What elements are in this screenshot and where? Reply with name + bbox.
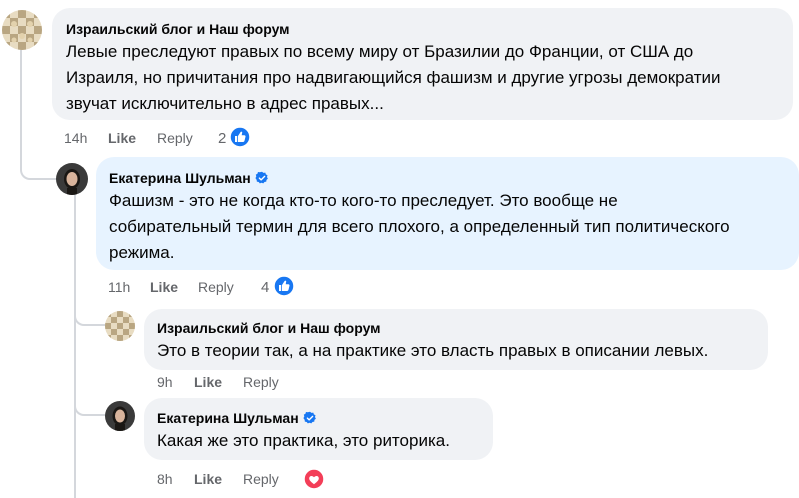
reply-button[interactable]: Reply: [198, 279, 234, 295]
like-button[interactable]: Like: [150, 279, 178, 295]
comment-timestamp[interactable]: 11h: [108, 279, 130, 295]
avatar[interactable]: [56, 163, 88, 195]
comment-text-line: Какая же это практика, это риторика.: [157, 431, 450, 450]
like-button[interactable]: Like: [194, 374, 222, 390]
thread-line-main-curve: [20, 166, 58, 180]
thread-line-reply: [74, 194, 76, 498]
comment-author[interactable]: Израильский блог и Наш форум: [157, 320, 381, 336]
comment-timestamp[interactable]: 9h: [157, 374, 173, 390]
verified-badge-icon: [303, 411, 316, 424]
comment-author[interactable]: Израильский блог и Наш форум: [66, 21, 290, 37]
verified-badge-icon: [255, 171, 268, 184]
chess-avatar-icon: [2, 10, 42, 50]
avatar[interactable]: [105, 311, 135, 341]
thread-line-reply-curve-1: [74, 312, 106, 326]
comment-text-line: режима.: [109, 243, 175, 262]
reply-button[interactable]: Reply: [243, 374, 279, 390]
portrait-avatar-icon: [56, 163, 88, 195]
reaction-count[interactable]: 2: [218, 130, 226, 147]
comment-timestamp[interactable]: 14h: [64, 130, 87, 146]
like-button[interactable]: Like: [194, 471, 222, 487]
comment-text-line: Левые преследуют правых по всему миру от…: [66, 42, 694, 61]
author-name: Екатерина Шульман: [109, 170, 251, 186]
reply-button[interactable]: Reply: [157, 130, 193, 146]
comment-text-line: Израиля, но причитания про надвигающийся…: [66, 68, 721, 87]
comment-author[interactable]: Екатерина Шульман: [157, 410, 317, 426]
avatar[interactable]: [2, 10, 42, 50]
reaction-count[interactable]: 4: [261, 279, 269, 296]
comment-text-line: Это в теории так, а на практике это влас…: [157, 341, 709, 360]
thread-line-main: [20, 48, 22, 168]
comment-text-line: Фашизм - это не когда кто-то кого-то пре…: [109, 191, 618, 210]
thumbs-up-icon[interactable]: [229, 126, 251, 148]
portrait-avatar-icon: [105, 401, 135, 431]
thumbs-up-icon[interactable]: [273, 275, 295, 297]
heart-icon[interactable]: [303, 468, 325, 490]
like-button[interactable]: Like: [108, 130, 136, 146]
comment-timestamp[interactable]: 8h: [157, 471, 173, 487]
chess-avatar-icon: [105, 311, 135, 341]
thread-line-reply-curve-2: [74, 402, 106, 416]
comment-text-line: звучат исключительно в адрес правых...: [66, 94, 384, 113]
reply-button[interactable]: Reply: [243, 471, 279, 487]
avatar[interactable]: [105, 401, 135, 431]
comment-text-line: собирательный термин для всего плохого, …: [109, 217, 730, 236]
comment-author[interactable]: Екатерина Шульман: [109, 170, 269, 186]
author-name: Екатерина Шульман: [157, 410, 299, 426]
